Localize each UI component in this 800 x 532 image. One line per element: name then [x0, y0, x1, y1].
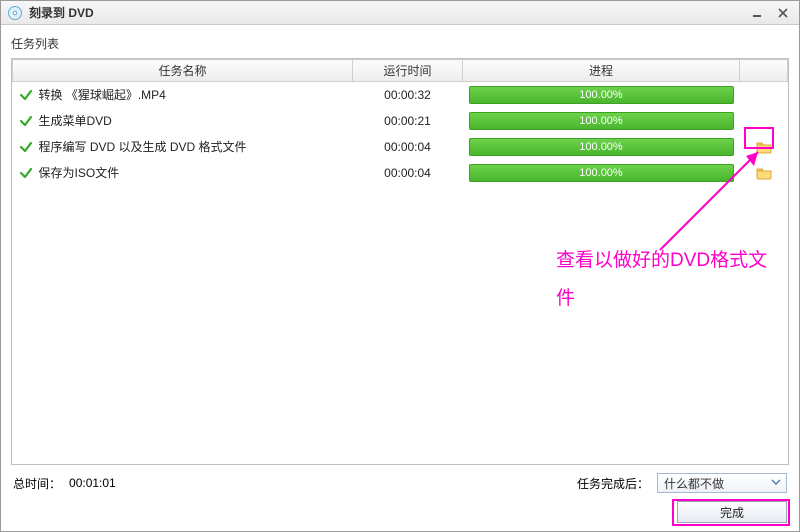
- task-runtime: 00:00:21: [353, 108, 463, 134]
- task-name-cell: 程序编写 DVD 以及生成 DVD 格式文件: [19, 138, 347, 155]
- task-name-text: 转换 《猩球崛起》.MP4: [39, 86, 166, 103]
- status-bar: 总时间： 00:01:01 任务完成后： 什么都不做: [11, 465, 789, 497]
- check-icon: [19, 166, 33, 180]
- complete-button[interactable]: 完成: [677, 501, 787, 523]
- check-icon: [19, 88, 33, 102]
- minimize-button[interactable]: [747, 5, 767, 21]
- task-name-text: 生成菜单DVD: [39, 112, 112, 129]
- content-area: 任务列表 任务名称 运行时间 进程 转换 《猩球崛起》.MP4 00:00:32 1…: [1, 25, 799, 531]
- window-title: 刻录到 DVD: [29, 4, 94, 21]
- after-done-value: 什么都不做: [664, 475, 724, 492]
- burn-dvd-window: 刻录到 DVD 任务列表 任务名称 运行时间 进程: [0, 0, 800, 532]
- complete-button-label: 完成: [720, 504, 744, 521]
- after-done-dropdown[interactable]: 什么都不做: [657, 473, 787, 493]
- close-button[interactable]: [773, 5, 793, 21]
- button-row: 完成: [11, 497, 789, 525]
- task-name-cell: 转换 《猩球崛起》.MP4: [19, 86, 347, 103]
- col-header-name[interactable]: 任务名称: [13, 60, 353, 82]
- open-folder-button[interactable]: [754, 165, 774, 181]
- col-header-runtime[interactable]: 运行时间: [353, 60, 463, 82]
- progress-bar: 100.00%: [469, 138, 734, 156]
- table-header-row: 任务名称 运行时间 进程: [13, 60, 788, 82]
- table-row: 程序编写 DVD 以及生成 DVD 格式文件 00:00:04 100.00%: [13, 134, 788, 160]
- folder-icon: [756, 140, 772, 154]
- after-done-label: 任务完成后：: [577, 475, 649, 492]
- col-header-action[interactable]: [740, 60, 788, 82]
- table-row: 生成菜单DVD 00:00:21 100.00%: [13, 108, 788, 134]
- folder-icon: [756, 166, 772, 180]
- task-list-label: 任务列表: [11, 33, 789, 58]
- task-name-cell: 生成菜单DVD: [19, 112, 347, 129]
- progress-bar: 100.00%: [469, 164, 734, 182]
- check-icon: [19, 140, 33, 154]
- table-row: 保存为ISO文件 00:00:04 100.00%: [13, 160, 788, 186]
- task-table: 任务名称 运行时间 进程 转换 《猩球崛起》.MP4 00:00:32 100.00…: [11, 58, 789, 465]
- task-runtime: 00:00:32: [353, 82, 463, 108]
- check-icon: [19, 114, 33, 128]
- progress-bar: 100.00%: [469, 86, 734, 104]
- task-runtime: 00:00:04: [353, 134, 463, 160]
- task-name-text: 保存为ISO文件: [39, 164, 120, 181]
- open-folder-button[interactable]: [754, 139, 774, 155]
- table-row: 转换 《猩球崛起》.MP4 00:00:32 100.00%: [13, 82, 788, 108]
- progress-bar: 100.00%: [469, 112, 734, 130]
- task-name-cell: 保存为ISO文件: [19, 164, 347, 181]
- total-time-value: 00:01:01: [69, 476, 116, 490]
- col-header-progress[interactable]: 进程: [463, 60, 740, 82]
- task-runtime: 00:00:04: [353, 160, 463, 186]
- total-time-label: 总时间：: [13, 475, 61, 492]
- chevron-down-icon: [768, 476, 784, 490]
- titlebar: 刻录到 DVD: [1, 1, 799, 25]
- app-icon: [7, 5, 23, 21]
- task-name-text: 程序编写 DVD 以及生成 DVD 格式文件: [39, 138, 247, 155]
